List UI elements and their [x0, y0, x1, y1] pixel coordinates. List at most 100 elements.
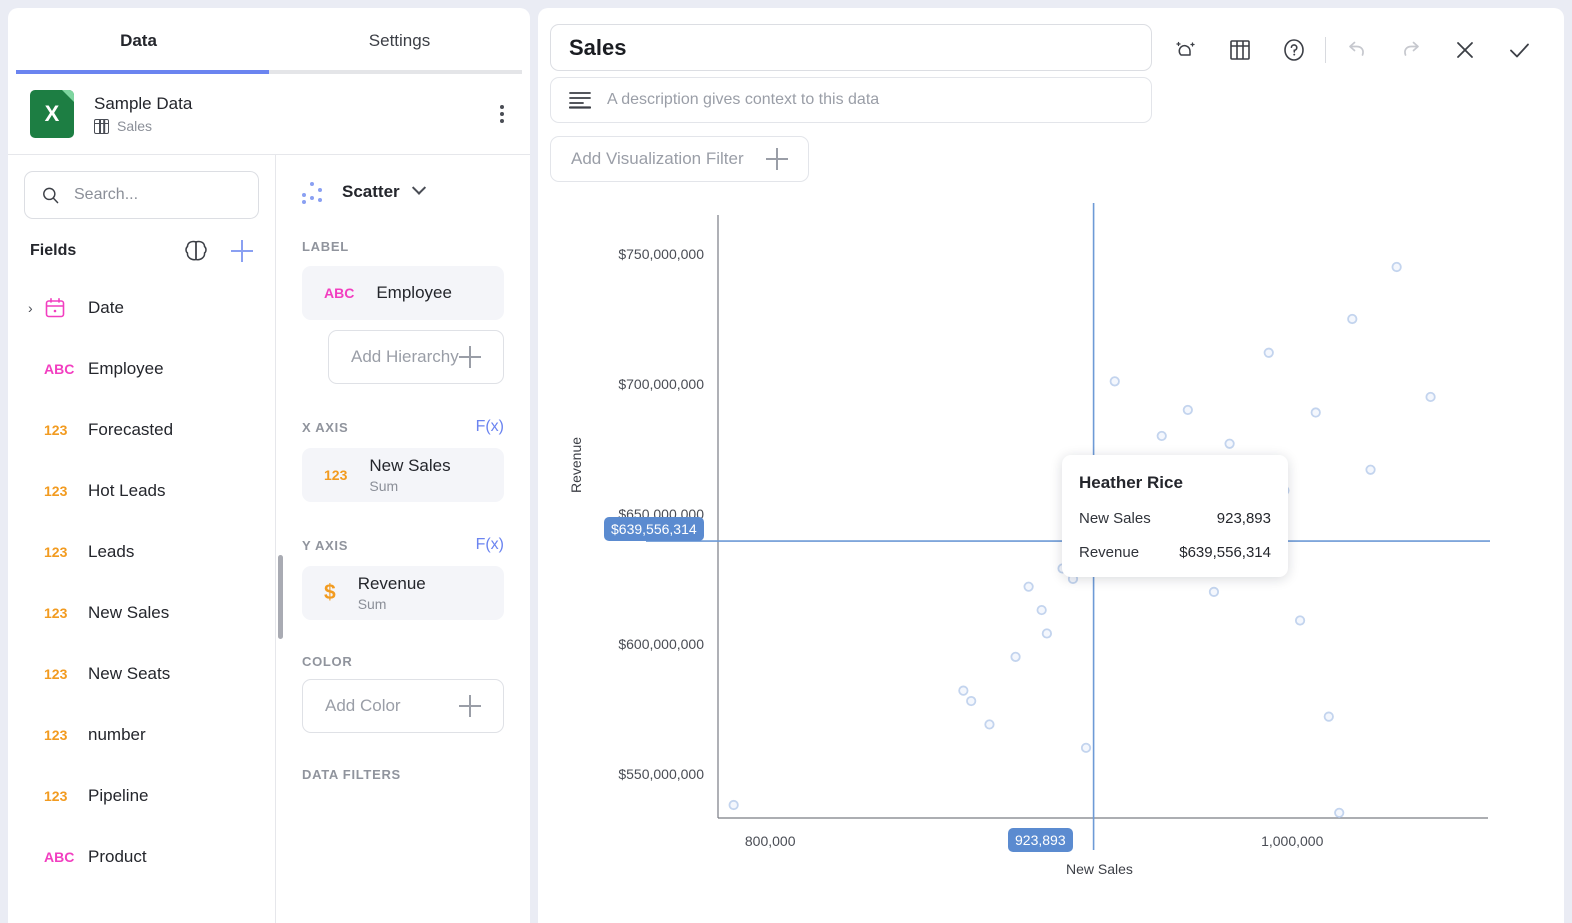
field-label: Employee [376, 283, 452, 303]
scatter-point[interactable] [984, 719, 995, 730]
cancel-button[interactable] [1438, 30, 1492, 70]
visualization-editor: Data Settings X Sample Data Sales Search… [0, 0, 1572, 923]
field-type-icon: 123 [44, 421, 68, 438]
confirm-button[interactable] [1492, 30, 1546, 70]
add-visualization-filter-button[interactable]: Add Visualization Filter [550, 136, 809, 182]
add-color-button[interactable]: Add Color [302, 679, 504, 733]
undo-button[interactable] [1330, 30, 1384, 70]
undo-icon [1349, 41, 1364, 56]
field-type-icon: 123 [324, 467, 348, 483]
field-item-employee[interactable]: › ABC Employee [8, 338, 275, 399]
search-input[interactable]: Search... [24, 171, 259, 219]
brain-icon[interactable] [183, 239, 209, 263]
add-hierarchy-label: Add Hierarchy [351, 347, 459, 366]
tab-settings[interactable]: Settings [269, 8, 530, 74]
chevron-right-icon[interactable]: › [28, 300, 42, 316]
field-label: Leads [88, 541, 135, 561]
scatter-point[interactable] [1036, 604, 1047, 616]
label-field-employee[interactable]: ABC Employee [302, 266, 504, 320]
field-type-icon: 123 [44, 604, 68, 621]
fields-header: Fields [8, 219, 275, 271]
scatter-point[interactable] [1294, 615, 1306, 626]
scatter-point[interactable] [1109, 376, 1120, 387]
scatter-point[interactable] [1391, 261, 1402, 273]
field-item-forecasted[interactable]: › 123 Forecasted [8, 399, 275, 460]
tooltip-value: 923,893 [1216, 510, 1271, 527]
help-button[interactable] [1267, 30, 1321, 70]
scatter-icon [302, 179, 328, 205]
y-axis-field-revenue[interactable]: $ Revenue Sum [302, 566, 504, 620]
y-tick-label: $600,000,000 [618, 636, 704, 652]
kebab-menu-icon[interactable] [500, 102, 504, 126]
help-circle-icon [1284, 39, 1304, 61]
x-axis-title: New Sales [1066, 861, 1133, 877]
y-tick-label: $750,000,000 [618, 246, 704, 262]
scatter-point[interactable] [1334, 807, 1345, 818]
tab-data[interactable]: Data [8, 8, 269, 74]
viz-type-selector[interactable]: Scatter [302, 155, 504, 205]
chart-description-input[interactable]: A description gives context to this data [550, 77, 1152, 123]
chart-description-placeholder: A description gives context to this data [607, 91, 880, 108]
scatter-point[interactable] [1263, 347, 1274, 358]
field-label: Employee [88, 358, 164, 378]
y-axis-title: Revenue [568, 436, 584, 493]
scatter-point[interactable] [1010, 651, 1021, 662]
scatter-point[interactable] [966, 695, 977, 707]
calendar-icon [45, 297, 65, 317]
field-item-pipeline[interactable]: › 123 Pipeline [8, 765, 275, 826]
confirm-check-icon [1510, 43, 1529, 58]
field-type-icon: ABC [44, 848, 75, 865]
data-source-row[interactable]: X Sample Data Sales [8, 74, 530, 154]
chart-title-input[interactable]: Sales [550, 24, 1152, 71]
scatter-point[interactable] [1156, 430, 1167, 442]
field-aggregation: Sum [357, 595, 387, 612]
label-section-title: LABEL [302, 239, 349, 254]
x-axis-field-new-sales[interactable]: 123 New Sales Sum [302, 448, 504, 502]
field-label: Hot Leads [88, 480, 166, 500]
chart-title-value: Sales [569, 34, 627, 60]
left-panel-body: Search... Fields › Date ABC Employee 123… [8, 154, 530, 923]
table-icon [94, 118, 109, 134]
panel-tabs: Data Settings [8, 8, 530, 74]
field-item-date[interactable]: › Date [8, 277, 275, 338]
left-panel: Data Settings X Sample Data Sales Search… [8, 8, 530, 923]
fields-list: › Date › [8, 271, 275, 923]
add-hierarchy-button[interactable]: Add Hierarchy [328, 330, 504, 384]
field-item-leads[interactable]: › 123 Leads [8, 521, 275, 582]
description-lines-icon [569, 92, 591, 109]
y-axis-formula-button[interactable]: F(x) [476, 536, 504, 554]
scatter-point[interactable] [1224, 438, 1235, 449]
toolbar-divider [1325, 37, 1326, 63]
field-item-number[interactable]: › 123 number [8, 704, 275, 765]
field-item-new-seats[interactable]: › 123 New Seats [8, 643, 275, 704]
scatter-point[interactable] [1425, 391, 1436, 403]
redo-button[interactable] [1384, 30, 1438, 70]
scatter-point[interactable] [1310, 407, 1321, 418]
table-view-button[interactable] [1213, 30, 1267, 70]
fields-title: Fields [30, 242, 77, 259]
chart-toolbar [1159, 30, 1546, 70]
scatter-point[interactable] [728, 799, 739, 811]
field-item-hot-leads[interactable]: › 123 Hot Leads [8, 460, 275, 521]
tooltip-row: Revenue $639,556,314 [1079, 544, 1271, 561]
chevron-down-icon[interactable] [411, 180, 426, 195]
scatter-point[interactable] [1323, 711, 1334, 722]
field-item-product[interactable]: › ABC Product [8, 826, 275, 887]
config-scrollbar[interactable] [278, 555, 283, 639]
add-field-icon[interactable] [231, 240, 253, 262]
scatter-plot-svg[interactable]: $550,000,000$600,000,000$650,000,000$700… [538, 193, 1564, 893]
scatter-point[interactable] [1208, 586, 1220, 597]
field-item-new-sales[interactable]: › 123 New Sales [8, 582, 275, 643]
scatter-point[interactable] [958, 685, 969, 696]
scatter-point[interactable] [1023, 581, 1034, 592]
scatter-point[interactable] [1182, 404, 1193, 416]
scatter-point[interactable] [1347, 313, 1358, 325]
scatter-point[interactable] [1365, 464, 1376, 475]
search-placeholder: Search... [74, 186, 139, 203]
ai-sparkle-button[interactable] [1159, 30, 1213, 70]
field-type-icon: ABC [324, 285, 355, 301]
x-axis-formula-button[interactable]: F(x) [476, 418, 504, 436]
field-type-icon: 123 [44, 543, 68, 560]
scatter-point[interactable] [1080, 742, 1092, 753]
scatter-point[interactable] [1041, 628, 1052, 639]
